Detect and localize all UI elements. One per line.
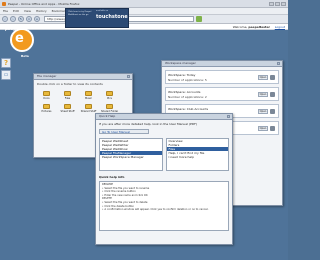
folder-icon: [43, 91, 50, 96]
folder-icon: [64, 91, 71, 96]
welcome-user: peepeltester: [248, 25, 270, 29]
folder-icon: [106, 91, 113, 96]
folder-icon: [43, 104, 50, 109]
quick-help-window: Quick Help If you are after more detaile…: [95, 113, 233, 245]
logo-glyph: e: [15, 31, 24, 46]
firefox-icon: [2, 1, 6, 6]
folder-item[interactable]: Pictures: [38, 104, 55, 113]
minimize-button[interactable]: [269, 1, 274, 6]
file-manager-titlebar[interactable]: File manager: [34, 74, 132, 80]
side-toolbar: ? ▭: [1, 58, 11, 82]
window-title: Peepel - Online Office and Apps - Mozill…: [8, 1, 80, 6]
menu-file[interactable]: File: [3, 9, 8, 13]
folder-item[interactable]: Pics: [101, 91, 118, 100]
close-icon[interactable]: [277, 62, 280, 65]
close-icon[interactable]: [227, 115, 230, 118]
help-lists: Peepel WebSheet Peepel WebWriter Peepel …: [96, 135, 232, 174]
menu-view[interactable]: View: [24, 9, 31, 13]
folder-item[interactable]: Files: [59, 91, 76, 100]
quick-help-info-title: Quick help info: [99, 175, 125, 179]
folder-grid: Docs Files Music Pics Pictures Sheet Stu…: [34, 88, 132, 116]
folder-icon: [64, 104, 71, 109]
workspace-manager-titlebar[interactable]: Workspace manager: [162, 61, 282, 67]
browser-titlebar: Peepel - Online Office and Apps - Mozill…: [0, 0, 288, 8]
folder-item[interactable]: Music: [80, 91, 97, 100]
banner-brand: touchstone: [96, 14, 128, 20]
stop-icon[interactable]: ×: [26, 16, 32, 22]
folder-label: Pics: [107, 97, 112, 100]
close-icon[interactable]: [127, 75, 130, 78]
workspace-row: WorkSpace: Accounts Number of applicatio…: [165, 87, 279, 101]
forward-icon[interactable]: ›: [10, 16, 16, 22]
home-icon[interactable]: ⌂: [34, 16, 40, 22]
folder-item[interactable]: Shared Stuff: [80, 104, 97, 113]
reload-icon[interactable]: ↻: [18, 16, 24, 22]
maximize-button[interactable]: [275, 1, 280, 6]
welcome-text: Welcome, peepeltester: [233, 25, 270, 29]
folder-item[interactable]: Shared Folder: [101, 104, 118, 113]
trash-icon[interactable]: [270, 92, 275, 97]
folder-item[interactable]: Docs: [38, 91, 55, 100]
help-icon[interactable]: ?: [1, 58, 11, 68]
folder-icon: [85, 104, 92, 109]
welcome-label: Welcome,: [232, 25, 248, 29]
banner-tagline: Click here to try Peepel WebSheet on the…: [68, 11, 92, 16]
topic-list: Overview Folders Files Help, I can't fin…: [165, 138, 229, 171]
close-button[interactable]: [281, 1, 286, 6]
info-line: • A confirmation window will appear. Cli…: [102, 208, 209, 212]
monitor-icon[interactable]: ▭: [1, 70, 11, 80]
folder-icon: [106, 104, 113, 109]
menu-history[interactable]: History: [36, 9, 47, 13]
workspace-row: WorkSpace: Today Number of applications:…: [165, 70, 279, 84]
go-icon[interactable]: [196, 16, 202, 22]
folder-label: Docs: [43, 97, 50, 100]
navigation-toolbar: ‹ › ↻ × ⌂ http://www.peepel.com/peepel.p…: [0, 15, 288, 24]
folder-label: Sheet Stuff: [60, 110, 75, 113]
menu-edit[interactable]: Edit: [13, 9, 19, 13]
logout-link[interactable]: Logout: [275, 25, 285, 29]
peepel-logo: peepel e Beta: [2, 26, 38, 62]
quick-help-info-panel: RENAME • Select the file you want to ren…: [99, 181, 229, 231]
back-icon[interactable]: ‹: [2, 16, 8, 22]
file-manager-hint: Double click on a folder to view its con…: [37, 82, 103, 86]
window-controls: [269, 1, 288, 6]
trash-icon[interactable]: [270, 75, 275, 80]
open-workspace-button[interactable]: Open: [258, 126, 268, 131]
banner-brand-sub: available on: [96, 10, 109, 12]
quick-help-titlebar[interactable]: Quick Help: [96, 114, 232, 120]
trash-icon[interactable]: [270, 109, 275, 114]
open-workspace-button[interactable]: Open: [258, 109, 268, 114]
open-workspace-button[interactable]: Open: [258, 75, 268, 80]
folder-item[interactable]: Sheet Stuff: [59, 104, 76, 113]
beta-badge: Beta: [21, 54, 29, 58]
quick-help-intro: If you are after more detailed help, loo…: [99, 122, 198, 126]
file-manager-title: File manager: [37, 74, 57, 78]
application-list: Peepel WebSheet Peepel WebWriter Peepel …: [99, 138, 163, 171]
folder-icon: [85, 91, 92, 96]
folder-label: Files: [64, 97, 71, 100]
workspace-manager-title: Workspace manager: [165, 61, 196, 65]
help-topic-item[interactable]: I need more help: [167, 155, 229, 159]
page-header: Welcome, peepeltester Logout: [0, 24, 288, 30]
trash-icon[interactable]: [270, 126, 275, 131]
touchstone-banner[interactable]: Click here to try Peepel WebSheet on the…: [65, 8, 129, 28]
folder-label: Pictures: [41, 110, 52, 113]
menu-bar: File Edit View History Bookmarks Tools H…: [0, 8, 288, 15]
folder-label: Music: [84, 97, 93, 100]
open-workspace-button[interactable]: Open: [258, 92, 268, 97]
quick-help-title: Quick Help: [99, 114, 116, 118]
help-app-item[interactable]: Peepel WorkSpace Manager: [100, 155, 162, 159]
user-manual-button[interactable]: Go To User Manual: [99, 129, 149, 134]
